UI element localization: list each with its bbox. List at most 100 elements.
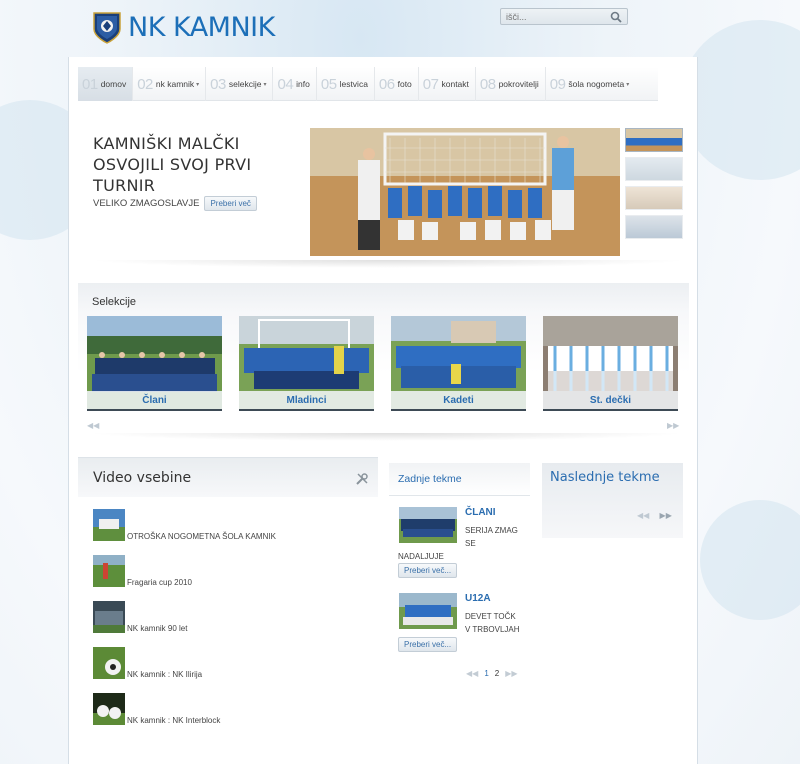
nav-item-foto[interactable]: 06 foto: [375, 67, 419, 101]
nav-label: domov: [100, 79, 127, 89]
nav-number: 06: [378, 75, 395, 93]
nav-label: kontakt: [441, 79, 469, 89]
nav-item-sola-nogometa[interactable]: 09 šola nogometa ▾: [546, 67, 635, 101]
previous-arrow-icon[interactable]: ◀◀: [637, 511, 649, 520]
divider-shadow: [86, 433, 686, 441]
club-crest-icon: [93, 12, 121, 44]
match-text: SE: [465, 539, 476, 548]
nav-label: selekcije: [228, 79, 262, 89]
chevron-down-icon: ▾: [196, 81, 200, 88]
video-item[interactable]: NK kamnik : NK Interblock: [93, 693, 220, 725]
featured-subtitle-row: VELIKO ZMAGOSLAVJE Preberi več: [93, 196, 257, 211]
nav-number: 04: [277, 75, 294, 93]
nav-number: 02: [137, 75, 153, 93]
nav-item-info[interactable]: 04 info: [273, 67, 317, 101]
previous-arrow-icon[interactable]: ◀◀: [87, 421, 99, 430]
tools-icon[interactable]: [356, 473, 368, 485]
search-input[interactable]: [501, 9, 609, 24]
match-text: DEVET TOČK: [465, 612, 516, 621]
selection-label: Mladinci: [239, 391, 374, 411]
section-title: Selekcije: [92, 296, 137, 308]
nav-number: 08: [479, 75, 496, 93]
nav-label: nk kamnik: [155, 79, 195, 89]
pagination: ◀◀ 1 2 ▶▶: [466, 669, 524, 678]
selection-card-clani[interactable]: Člani: [87, 316, 222, 411]
nav-item-lestvica[interactable]: 05 lestvica: [317, 67, 375, 101]
section-title: Zadnje tekme: [398, 473, 462, 485]
site-logo[interactable]: NK KAMNIK: [92, 11, 275, 44]
featured-thumbnails: [625, 128, 683, 244]
video-item[interactable]: NK kamnik 90 let: [93, 601, 187, 633]
video-label: Fragaria cup 2010: [127, 578, 192, 587]
video-thumbnail: [93, 647, 125, 679]
thumbnail[interactable]: [625, 157, 683, 181]
selections-section: Selekcije Člani Mladinci Kadeti St. dečk…: [78, 283, 689, 433]
nav-item-nk-kamnik[interactable]: 02 nk kamnik ▾: [133, 67, 207, 101]
previous-page-icon[interactable]: ◀◀: [466, 669, 478, 678]
nav-number: 05: [320, 75, 337, 93]
next-page-icon[interactable]: ▶▶: [505, 669, 517, 678]
nav-label: šola nogometa: [568, 79, 625, 89]
selection-card-st-decki[interactable]: St. dečki: [543, 316, 678, 411]
video-label: OTROŠKA NOGOMETNA ŠOLA KAMNIK: [127, 532, 276, 541]
selection-label: Kadeti: [391, 391, 526, 411]
selection-label: St. dečki: [543, 391, 678, 411]
match-team[interactable]: ČLANI: [465, 507, 496, 518]
video-thumbnail: [93, 509, 125, 541]
main-navigation: 01 domov 02 nk kamnik ▾ 03 selekcije ▾ 0…: [78, 67, 658, 101]
read-more-button[interactable]: Preberi več...: [398, 563, 458, 578]
read-more-button[interactable]: Preberi več: [204, 196, 257, 211]
video-item[interactable]: Fragaria cup 2010: [93, 555, 192, 587]
divider-shadow: [88, 260, 688, 268]
page-link[interactable]: 2: [495, 669, 499, 678]
video-thumbnail: [93, 555, 125, 587]
next-arrow-icon[interactable]: ▶▶: [660, 511, 672, 520]
match-text: NADALJUJE: [398, 552, 444, 561]
next-matches-arrows: ◀◀ ▶▶: [637, 511, 672, 520]
video-label: NK kamnik : NK Ilirija: [127, 670, 203, 679]
match-team[interactable]: U12A: [465, 593, 491, 604]
video-item[interactable]: NK kamnik : NK Ilirija: [93, 647, 202, 679]
thumbnail[interactable]: [625, 215, 683, 239]
nav-number: 03: [210, 75, 226, 93]
page-link[interactable]: 1: [484, 669, 488, 678]
video-thumbnail: [93, 601, 125, 633]
selection-card-kadeti[interactable]: Kadeti: [391, 316, 526, 411]
nav-item-domov[interactable]: 01 domov: [78, 67, 134, 101]
match-text: V TRBOVLJAH: [465, 625, 520, 634]
section-title: Video vsebine: [93, 470, 192, 486]
thumbnail[interactable]: [625, 128, 683, 152]
logo-text: NK KAMNIK: [128, 12, 275, 43]
match-text: SERIJA ZMAG: [465, 526, 518, 535]
match-photo[interactable]: [399, 593, 457, 629]
nav-item-kontakt[interactable]: 07 kontakt: [419, 67, 476, 101]
nav-label: lestvica: [339, 79, 368, 89]
next-matches-section: Naslednje tekme ◀◀ ▶▶: [542, 463, 683, 538]
thumbnail[interactable]: [625, 186, 683, 210]
nav-number: 01: [82, 75, 98, 93]
chevron-down-icon: ▾: [626, 81, 630, 88]
nav-item-selekcije[interactable]: 03 selekcije ▾: [206, 67, 274, 101]
search-icon[interactable]: [609, 9, 623, 24]
section-title: Naslednje tekme: [550, 470, 660, 485]
nav-number: 07: [422, 75, 439, 93]
nav-label: info: [296, 79, 310, 89]
chevron-down-icon: ▾: [263, 81, 267, 88]
featured-title[interactable]: KAMNIŠKI MALČKI OSVOJILI SVOJ PRVI TURNI…: [93, 133, 303, 196]
video-item[interactable]: OTROŠKA NOGOMETNA ŠOLA KAMNIK: [93, 509, 276, 541]
match-photo[interactable]: [399, 507, 457, 543]
selection-label: Člani: [87, 391, 222, 411]
nav-number: 09: [549, 75, 566, 93]
next-arrow-icon[interactable]: ▶▶: [667, 421, 679, 430]
selection-card-mladinci[interactable]: Mladinci: [239, 316, 374, 411]
video-label: NK kamnik 90 let: [127, 624, 188, 633]
featured-photo[interactable]: [310, 128, 620, 256]
nav-item-pokrovitelji[interactable]: 08 pokrovitelji: [476, 67, 546, 101]
last-matches-section: Zadnje tekme ČLANI SERIJA ZMAG SE NADALJ…: [389, 463, 530, 703]
read-more-button[interactable]: Preberi več...: [398, 637, 458, 652]
video-label: NK kamnik : NK Interblock: [127, 716, 221, 725]
video-thumbnail: [93, 693, 125, 725]
nav-label: foto: [397, 79, 412, 89]
featured-subtitle: VELIKO ZMAGOSLAVJE: [93, 198, 200, 209]
search-box[interactable]: [500, 8, 628, 25]
